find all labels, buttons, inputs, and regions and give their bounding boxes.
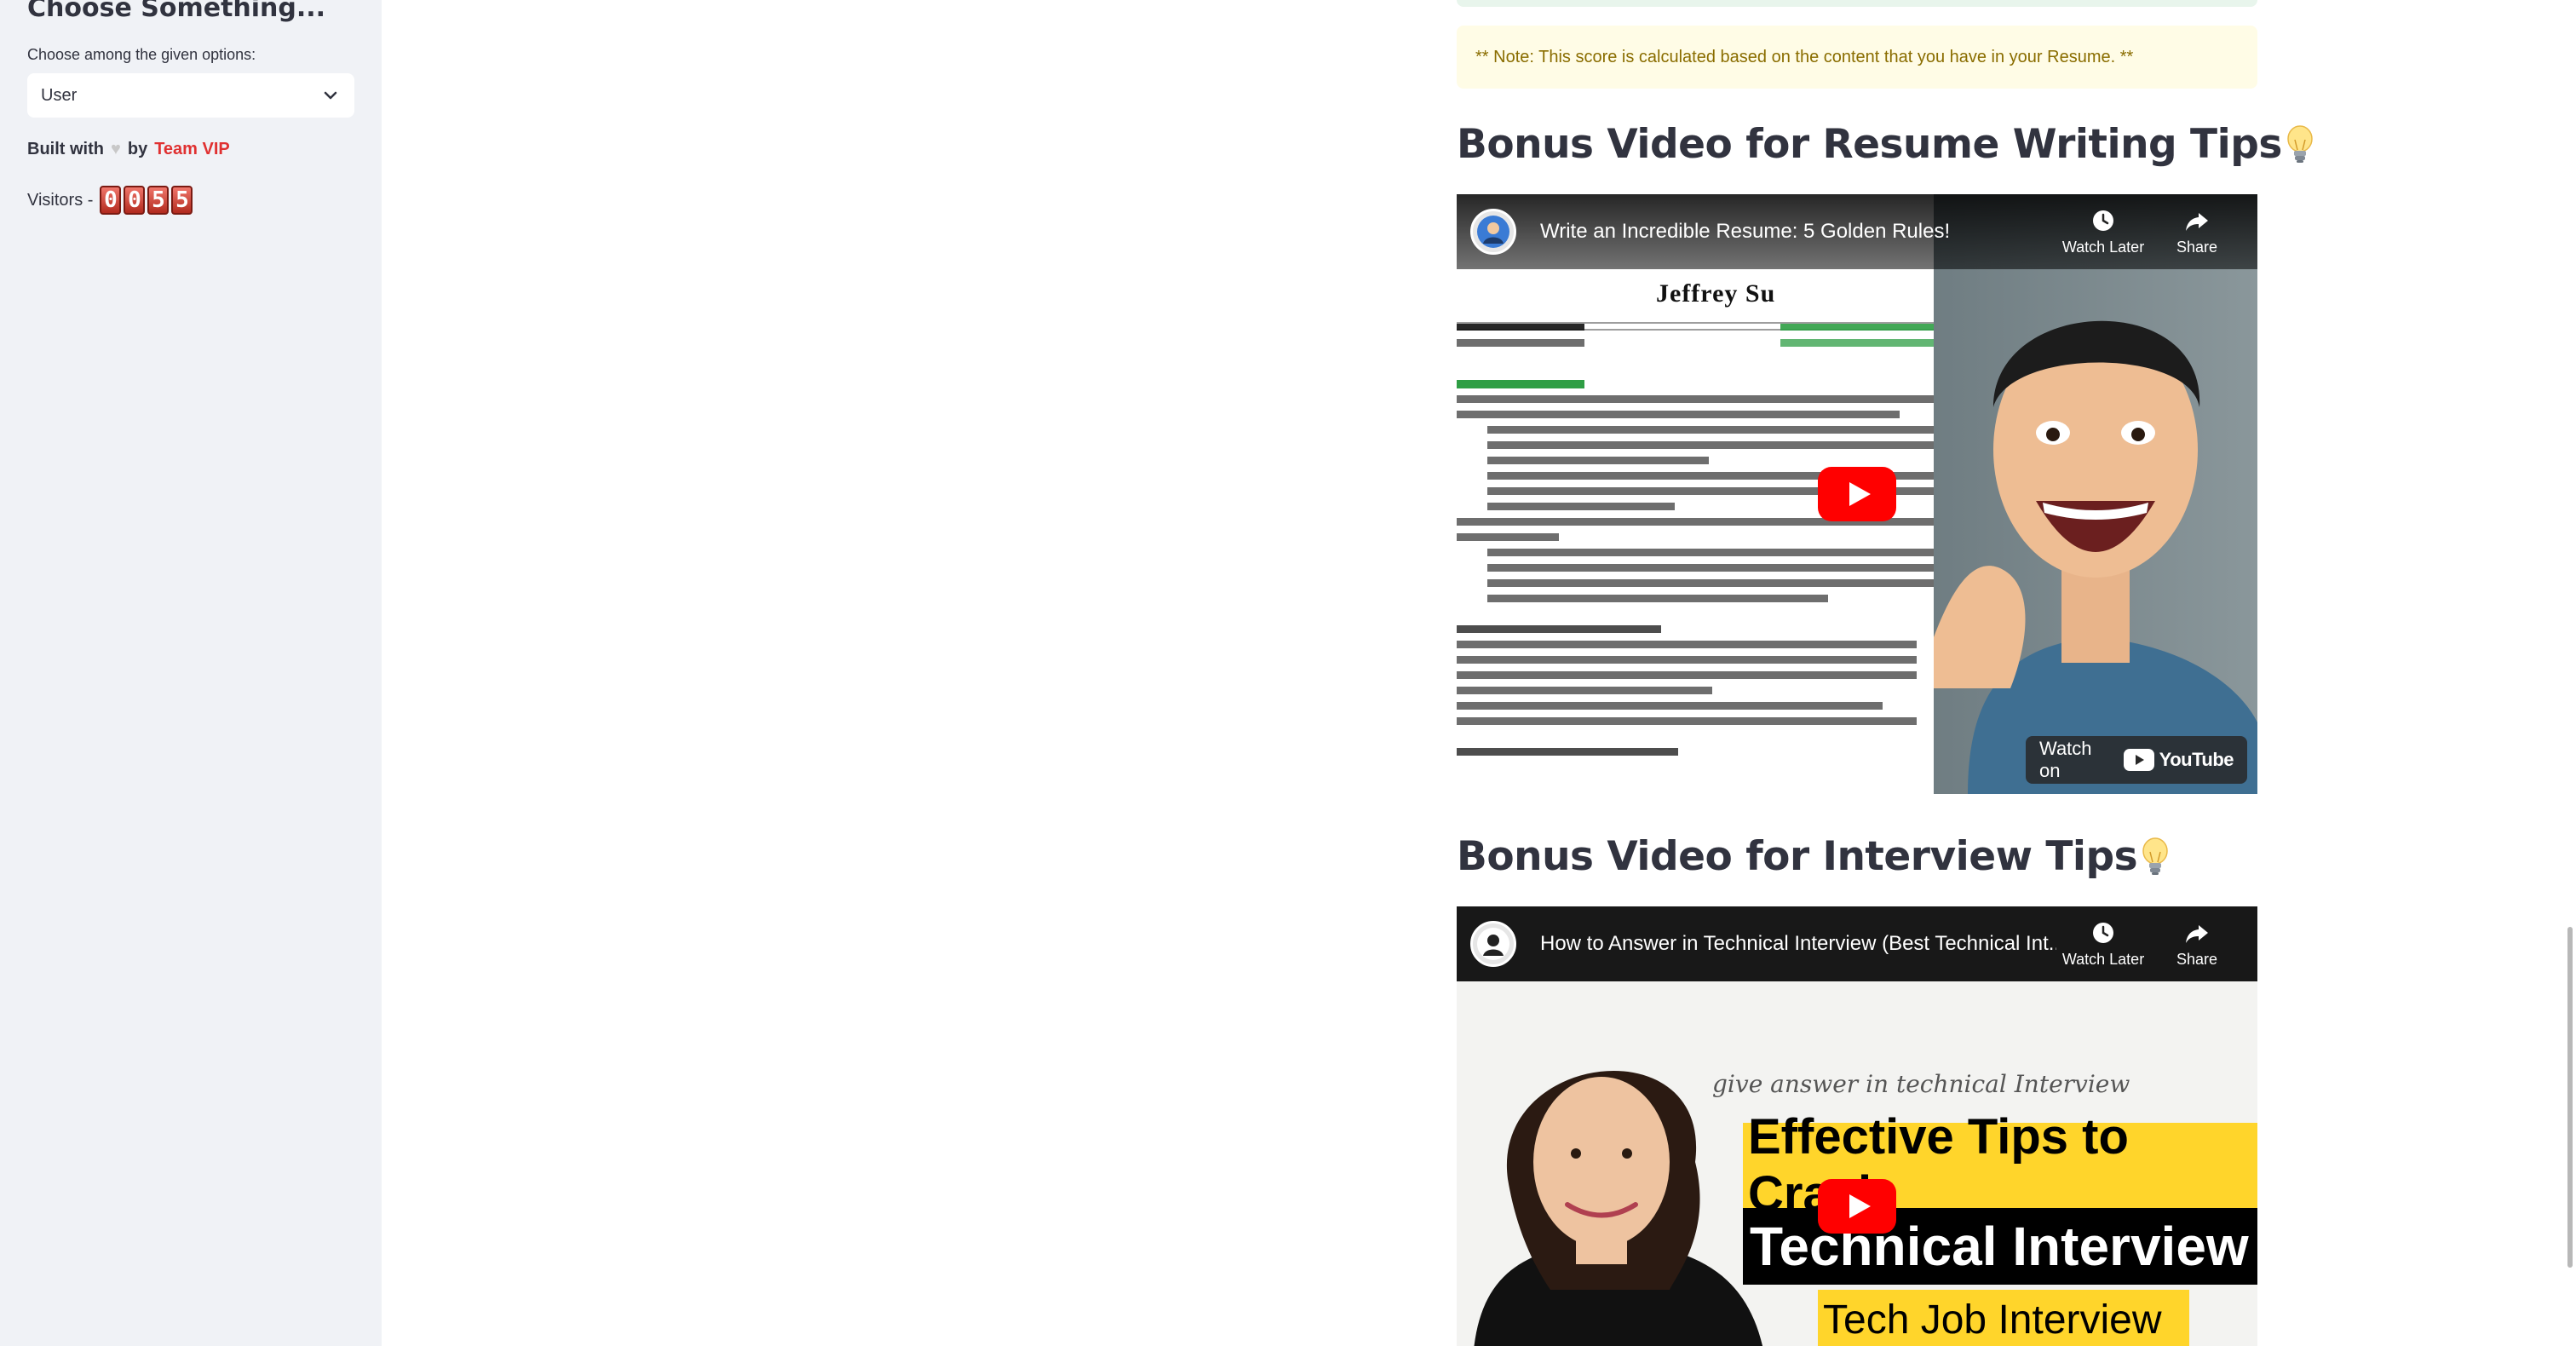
lightbulb-icon	[2287, 124, 2313, 163]
thumbnail-text-line	[1457, 324, 1584, 331]
watch-later-button[interactable]: Watch Later	[2056, 920, 2150, 969]
thumbnail-section-heading	[1457, 380, 1584, 388]
thumbnail-text-line	[1487, 579, 1934, 587]
thumbnail-text-line	[1457, 687, 1712, 694]
built-by: by	[127, 140, 148, 158]
watch-later-button[interactable]: Watch Later	[2056, 208, 2150, 256]
thumbnail-caption-3: Tech Job Interview	[1818, 1290, 2189, 1346]
page-scrollbar[interactable]	[2562, 0, 2576, 1346]
thumbnail-text-line	[1457, 671, 1917, 679]
thumbnail-text-line	[1487, 549, 1934, 556]
thumbnail-text-line	[1457, 339, 1584, 347]
visitors-label: Visitors -	[27, 190, 94, 210]
thumbnail-text-line	[1457, 717, 1917, 725]
thumbnail-text-line	[1457, 702, 1883, 710]
share-icon	[2186, 212, 2208, 231]
thumbnail-text-line	[1487, 503, 1675, 510]
score-note: ** Note: This score is calculated based …	[1457, 26, 2257, 89]
channel-avatar[interactable]	[1470, 921, 1516, 967]
thumbnail-text-line	[1457, 533, 1559, 541]
watch-on-label: Watch on	[2039, 738, 2092, 781]
thumbnail-text-line	[1487, 595, 1828, 602]
thumbnail-text-line	[1780, 339, 1934, 347]
youtube-wordmark: YouTube	[2159, 749, 2234, 770]
watch-later-label: Watch Later	[2061, 950, 2145, 968]
role-select[interactable]: User	[27, 73, 354, 118]
visitor-digit: 0	[124, 186, 146, 215]
play-icon[interactable]	[1818, 1179, 1896, 1234]
clock-icon	[2093, 210, 2113, 231]
lightbulb-icon	[2142, 837, 2168, 875]
visitor-digit: 5	[147, 186, 170, 215]
thumbnail-text-line	[1457, 411, 1900, 418]
share-button[interactable]: Share	[2150, 920, 2244, 969]
watch-later-label: Watch Later	[2061, 238, 2145, 256]
video-header: How to Answer in Technical Interview (Be…	[1457, 906, 2257, 981]
thumbnail-person	[1474, 1070, 1762, 1346]
interview-video-embed[interactable]: give answer in technical Interview Effec…	[1457, 906, 2257, 1346]
video-title[interactable]: Write an Incredible Resume: 5 Golden Rul…	[1540, 220, 2056, 244]
sidebar: Choose Something... Choose among the giv…	[0, 0, 382, 1346]
heart-icon: ♥	[110, 140, 121, 158]
scrollbar-thumb[interactable]	[2567, 927, 2573, 1268]
chevron-down-icon	[324, 91, 337, 100]
interview-heading-text: Bonus Video for Interview Tips	[1457, 833, 2138, 880]
clock-icon	[2093, 922, 2113, 943]
thumbnail-text-line	[1487, 457, 1709, 464]
visitor-digits: 0 0 5 5	[100, 186, 193, 215]
thumbnail-text-line	[1457, 625, 1661, 633]
visitor-counter: Visitors - 0 0 5 5	[27, 186, 193, 215]
success-box-edge	[1457, 0, 2257, 7]
resume-video-heading: Bonus Video for Resume Writing Tips	[1457, 121, 2314, 168]
sidebar-title: Choose Something...	[27, 0, 326, 23]
visitor-digit: 5	[171, 186, 193, 215]
share-icon	[2186, 924, 2208, 943]
built-prefix: Built with	[27, 140, 104, 158]
video-title[interactable]: How to Answer in Technical Interview (Be…	[1540, 932, 2056, 956]
visitor-digit: 0	[100, 186, 122, 215]
video-header: Write an Incredible Resume: 5 Golden Rul…	[1457, 194, 2257, 269]
thumbnail-person	[1934, 320, 2257, 794]
resume-heading-text: Bonus Video for Resume Writing Tips	[1457, 121, 2282, 168]
thumbnail-text-line	[1487, 426, 1934, 434]
team-link[interactable]: Team VIP	[154, 140, 230, 159]
share-label: Share	[2176, 238, 2218, 256]
watch-on-youtube-button[interactable]: Watch on YouTube	[2026, 736, 2247, 784]
select-label: Choose among the given options:	[27, 46, 256, 63]
thumbnail-text-line	[1457, 641, 1917, 648]
channel-avatar[interactable]	[1470, 209, 1516, 255]
interview-video-heading: Bonus Video for Interview Tips	[1457, 833, 2170, 880]
thumbnail-text-line	[1487, 441, 1934, 449]
youtube-logo-icon: YouTube	[2123, 749, 2234, 771]
thumbnail-text-line	[1457, 656, 1917, 664]
share-button[interactable]: Share	[2150, 208, 2244, 256]
thumbnail-resume-name: Jeffrey Su	[1656, 279, 1776, 308]
share-label: Share	[2176, 950, 2218, 968]
select-value: User	[41, 85, 78, 105]
thumbnail-text-line	[1780, 324, 1934, 331]
thumbnail-text-line	[1457, 748, 1678, 756]
resume-video-embed[interactable]: Jeffrey Su Write an Incredible Resume: 5…	[1457, 194, 2257, 794]
thumbnail-text-line	[1487, 564, 1934, 572]
play-icon[interactable]	[1818, 467, 1896, 521]
thumbnail-text-line	[1457, 395, 1934, 403]
built-with: Built with ♥ by Team VIP	[27, 140, 230, 159]
main-content: ** Note: This score is calculated based …	[382, 0, 2576, 1346]
